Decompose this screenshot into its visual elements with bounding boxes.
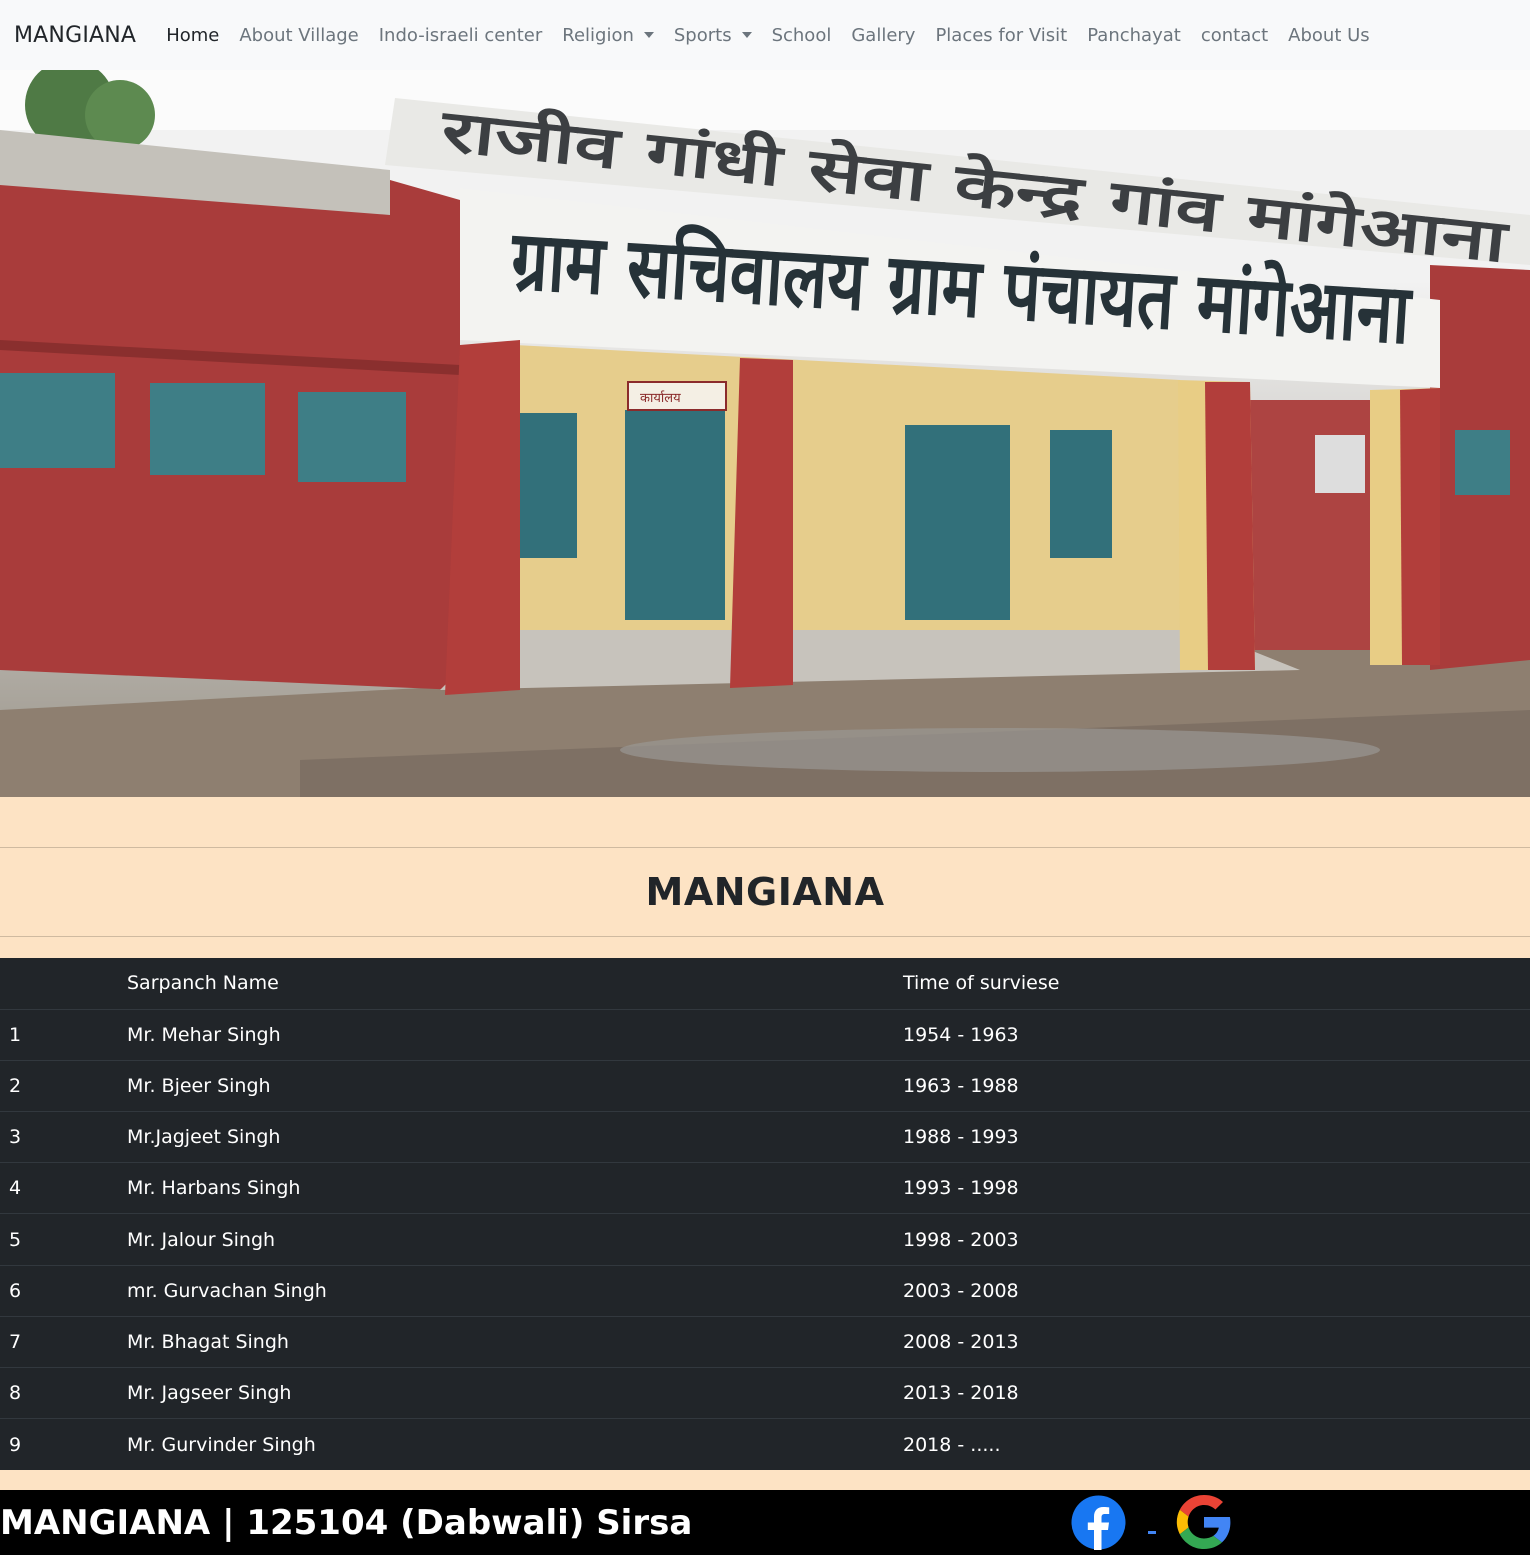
- service-period: 2018 - .....: [895, 1418, 1530, 1470]
- nav-indo-israeli-center-link[interactable]: Indo-israeli center: [379, 25, 543, 46]
- nav-gallery-label: Gallery: [851, 24, 916, 46]
- nav-school-link[interactable]: School: [772, 25, 832, 46]
- table-row: 2 Mr. Bjeer Singh 1963 - 1988: [0, 1059, 1530, 1112]
- col-header-sarpanch-name: Sarpanch Name: [119, 958, 895, 1010]
- nav-home-link[interactable]: Home: [166, 25, 219, 46]
- sarpanch-name: Mr.Jagjeet Singh: [119, 1111, 895, 1163]
- nav-panchayat-link[interactable]: Panchayat: [1087, 25, 1181, 46]
- service-period: 1988 - 1993: [895, 1111, 1530, 1163]
- service-period: 1993 - 1998: [895, 1162, 1530, 1214]
- hero-image: राजीव गांधी सेवा केन्द्र गांव मांगेआना ग…: [0, 70, 1530, 797]
- sarpanch-name: Mr. Jagseer Singh: [119, 1366, 895, 1419]
- nav-religion-label: Religion: [562, 24, 634, 46]
- sarpanch-name: Mr. Harbans Singh: [119, 1162, 895, 1214]
- nav-about-us-link[interactable]: About Us: [1288, 25, 1370, 46]
- facebook-logo-svg: [1071, 1495, 1126, 1550]
- sarpanch-name: Mr. Bhagat Singh: [119, 1315, 895, 1368]
- nav-school-label: School: [771, 24, 832, 46]
- nav-indo-israeli-label: Indo-israeli center: [378, 24, 543, 46]
- row-index: 1: [9, 1023, 22, 1046]
- google-logo-svg: [1148, 1494, 1231, 1549]
- col-header-index: [0, 958, 119, 1010]
- table-row: 7 Mr. Bhagat Singh 2008 - 2013: [0, 1315, 1530, 1368]
- nav-places-label: Places for Visit: [935, 24, 1068, 46]
- table-row: 5 Mr. Jalour Singh 1998 - 2003: [0, 1213, 1530, 1266]
- row-index: 9: [0, 1418, 119, 1470]
- nav-about-village-link[interactable]: About Village: [239, 25, 358, 46]
- table-row: 9 Mr. Gurvinder Singh 2018 - .....: [0, 1418, 1530, 1470]
- footer-address: MANGIANA | 125104 (Dabwali) Sirsa: [0, 1502, 693, 1543]
- row-index: 2: [0, 1059, 119, 1112]
- sarpanch-name: Mr. Mehar Singh: [127, 1023, 281, 1046]
- table-header-row: Sarpanch Name Time of surviese: [0, 958, 1530, 1010]
- top-navbar: MANGIANA Home About Village Indo-israeli…: [0, 0, 1530, 70]
- row-index: 7: [0, 1315, 119, 1368]
- service-period: 2013 - 2018: [895, 1366, 1530, 1419]
- sarpanch-name: Mr. Jalour Singh: [119, 1213, 895, 1266]
- nav-sports-dropdown[interactable]: Sports: [674, 25, 752, 46]
- row-index: 4: [0, 1162, 119, 1214]
- facebook-icon[interactable]: [1071, 1495, 1126, 1550]
- sarpanch-name: Mr. Bjeer Singh: [119, 1059, 895, 1112]
- service-period: 1998 - 2003: [895, 1213, 1530, 1266]
- nav-contact-label: contact: [1200, 24, 1269, 46]
- nav-gallery-link[interactable]: Gallery: [851, 25, 915, 46]
- nav-links: Home About Village Indo-israeli center R…: [166, 25, 1389, 46]
- row-index: 8: [0, 1366, 119, 1419]
- service-period: 2008 - 2013: [895, 1315, 1530, 1368]
- sarpanch-name: Mr. Gurvinder Singh: [119, 1418, 895, 1470]
- table-row: 1 Mr. Mehar Singh 1954 - 1963: [0, 1009, 1530, 1060]
- nav-about-village-label: About Village: [239, 24, 359, 46]
- row-index: 6: [0, 1264, 119, 1317]
- navbar-brand[interactable]: MANGIANA: [14, 23, 136, 48]
- table-row: 3 Mr.Jagjeet Singh 1988 - 1993: [0, 1111, 1530, 1163]
- table-row: 6 mr. Gurvachan Singh 2003 - 2008: [0, 1264, 1530, 1317]
- google-icon[interactable]: [1148, 1494, 1234, 1550]
- service-period: 1963 - 1988: [895, 1059, 1530, 1112]
- nav-places-for-visit-link[interactable]: Places for Visit: [935, 25, 1067, 46]
- row-index: 3: [0, 1111, 119, 1163]
- page-title: MANGIANA: [645, 870, 885, 914]
- table-row: 4 Mr. Harbans Singh 1993 - 1998: [0, 1162, 1530, 1214]
- service-period: 1954 - 1963: [903, 1023, 1019, 1046]
- nav-home-label: Home: [166, 24, 220, 46]
- panchayat-building-illustration: राजीव गांधी सेवा केन्द्र गांव मांगेआना ग…: [0, 70, 1530, 797]
- caret-down-icon: [741, 32, 752, 38]
- nav-religion-dropdown[interactable]: Religion: [562, 25, 654, 46]
- caret-down-icon: [643, 32, 654, 38]
- hero-door-sign-text: कार्यालय: [640, 390, 681, 406]
- nav-contact-link[interactable]: contact: [1201, 25, 1268, 46]
- site-footer: MANGIANA | 125104 (Dabwali) Sirsa: [0, 1489, 1530, 1555]
- nav-sports-label: Sports: [673, 24, 732, 46]
- table-row: 8 Mr. Jagseer Singh 2013 - 2018: [0, 1366, 1530, 1419]
- col-header-time-of-service: Time of surviese: [895, 958, 1530, 1010]
- sarpanch-name: mr. Gurvachan Singh: [119, 1264, 895, 1317]
- nav-about-us-label: About Us: [1288, 24, 1370, 46]
- row-index: 5: [0, 1213, 119, 1266]
- sarpanch-table: Sarpanch Name Time of surviese 1 Mr. Meha…: [0, 958, 1530, 1470]
- nav-panchayat-label: Panchayat: [1087, 24, 1181, 46]
- service-period: 2003 - 2008: [895, 1264, 1530, 1317]
